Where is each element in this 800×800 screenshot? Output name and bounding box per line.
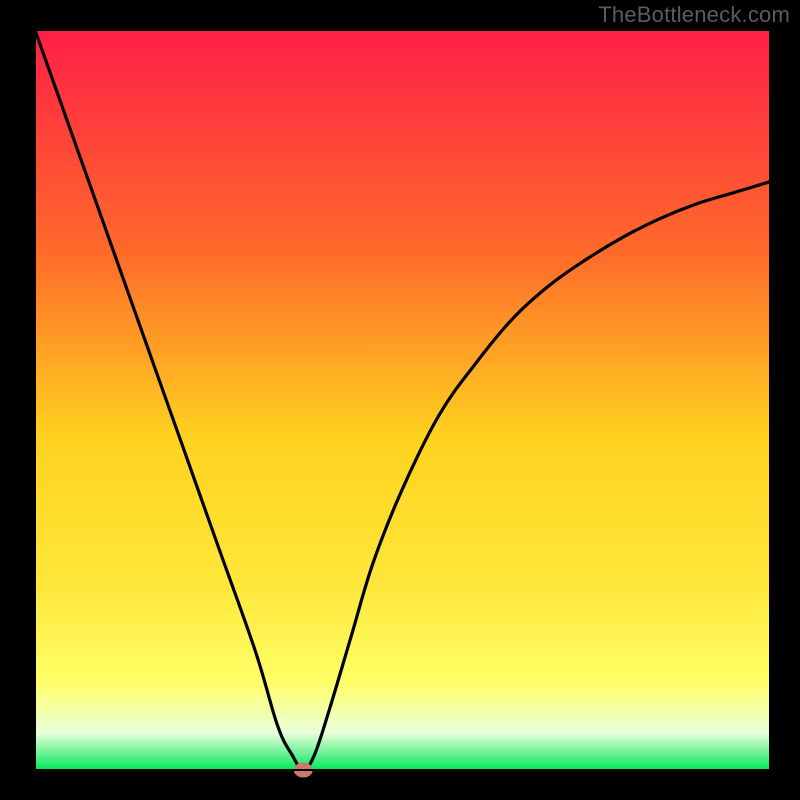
plot-background xyxy=(35,30,770,770)
watermark-text: TheBottleneck.com xyxy=(598,2,790,28)
chart-frame: TheBottleneck.com xyxy=(0,0,800,800)
bottleneck-chart xyxy=(0,0,800,800)
